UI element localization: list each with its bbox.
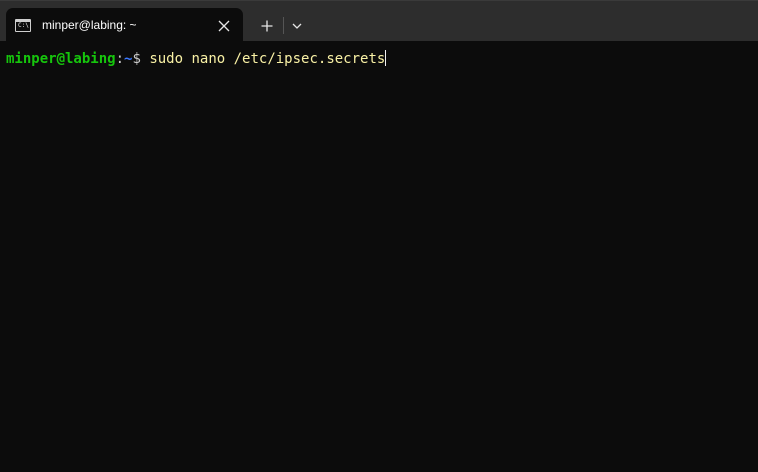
- tab-active[interactable]: C:\ minper@labing: ~: [6, 8, 243, 42]
- tab-title: minper@labing: ~: [42, 18, 137, 32]
- prompt-colon: :: [115, 51, 125, 67]
- terminal-window: C:\ minper@labing: ~ minper@labing:~$ su…: [0, 0, 758, 472]
- title-bar: C:\ minper@labing: ~: [0, 0, 758, 42]
- close-tab-button[interactable]: [213, 15, 235, 37]
- profile-dropdown-button[interactable]: [286, 14, 308, 38]
- terminal-icon: C:\: [15, 19, 31, 32]
- text-cursor: [385, 50, 387, 66]
- tab-separator: [283, 17, 284, 34]
- command-line: minper@labing:~$ sudo nano /etc/ipsec.se…: [6, 50, 387, 68]
- chevron-down-icon: [292, 23, 302, 29]
- plus-icon: [261, 20, 273, 32]
- new-tab-button[interactable]: [254, 14, 280, 38]
- prompt-symbol: $: [132, 51, 150, 67]
- terminal-content[interactable]: minper@labing:~$ sudo nano /etc/ipsec.se…: [0, 41, 758, 472]
- prompt-user: minper@labing: [6, 51, 116, 67]
- terminal-icon-label: C:\: [18, 22, 29, 29]
- command-text: sudo nano /etc/ipsec.secrets: [149, 51, 386, 67]
- close-icon: [218, 20, 230, 32]
